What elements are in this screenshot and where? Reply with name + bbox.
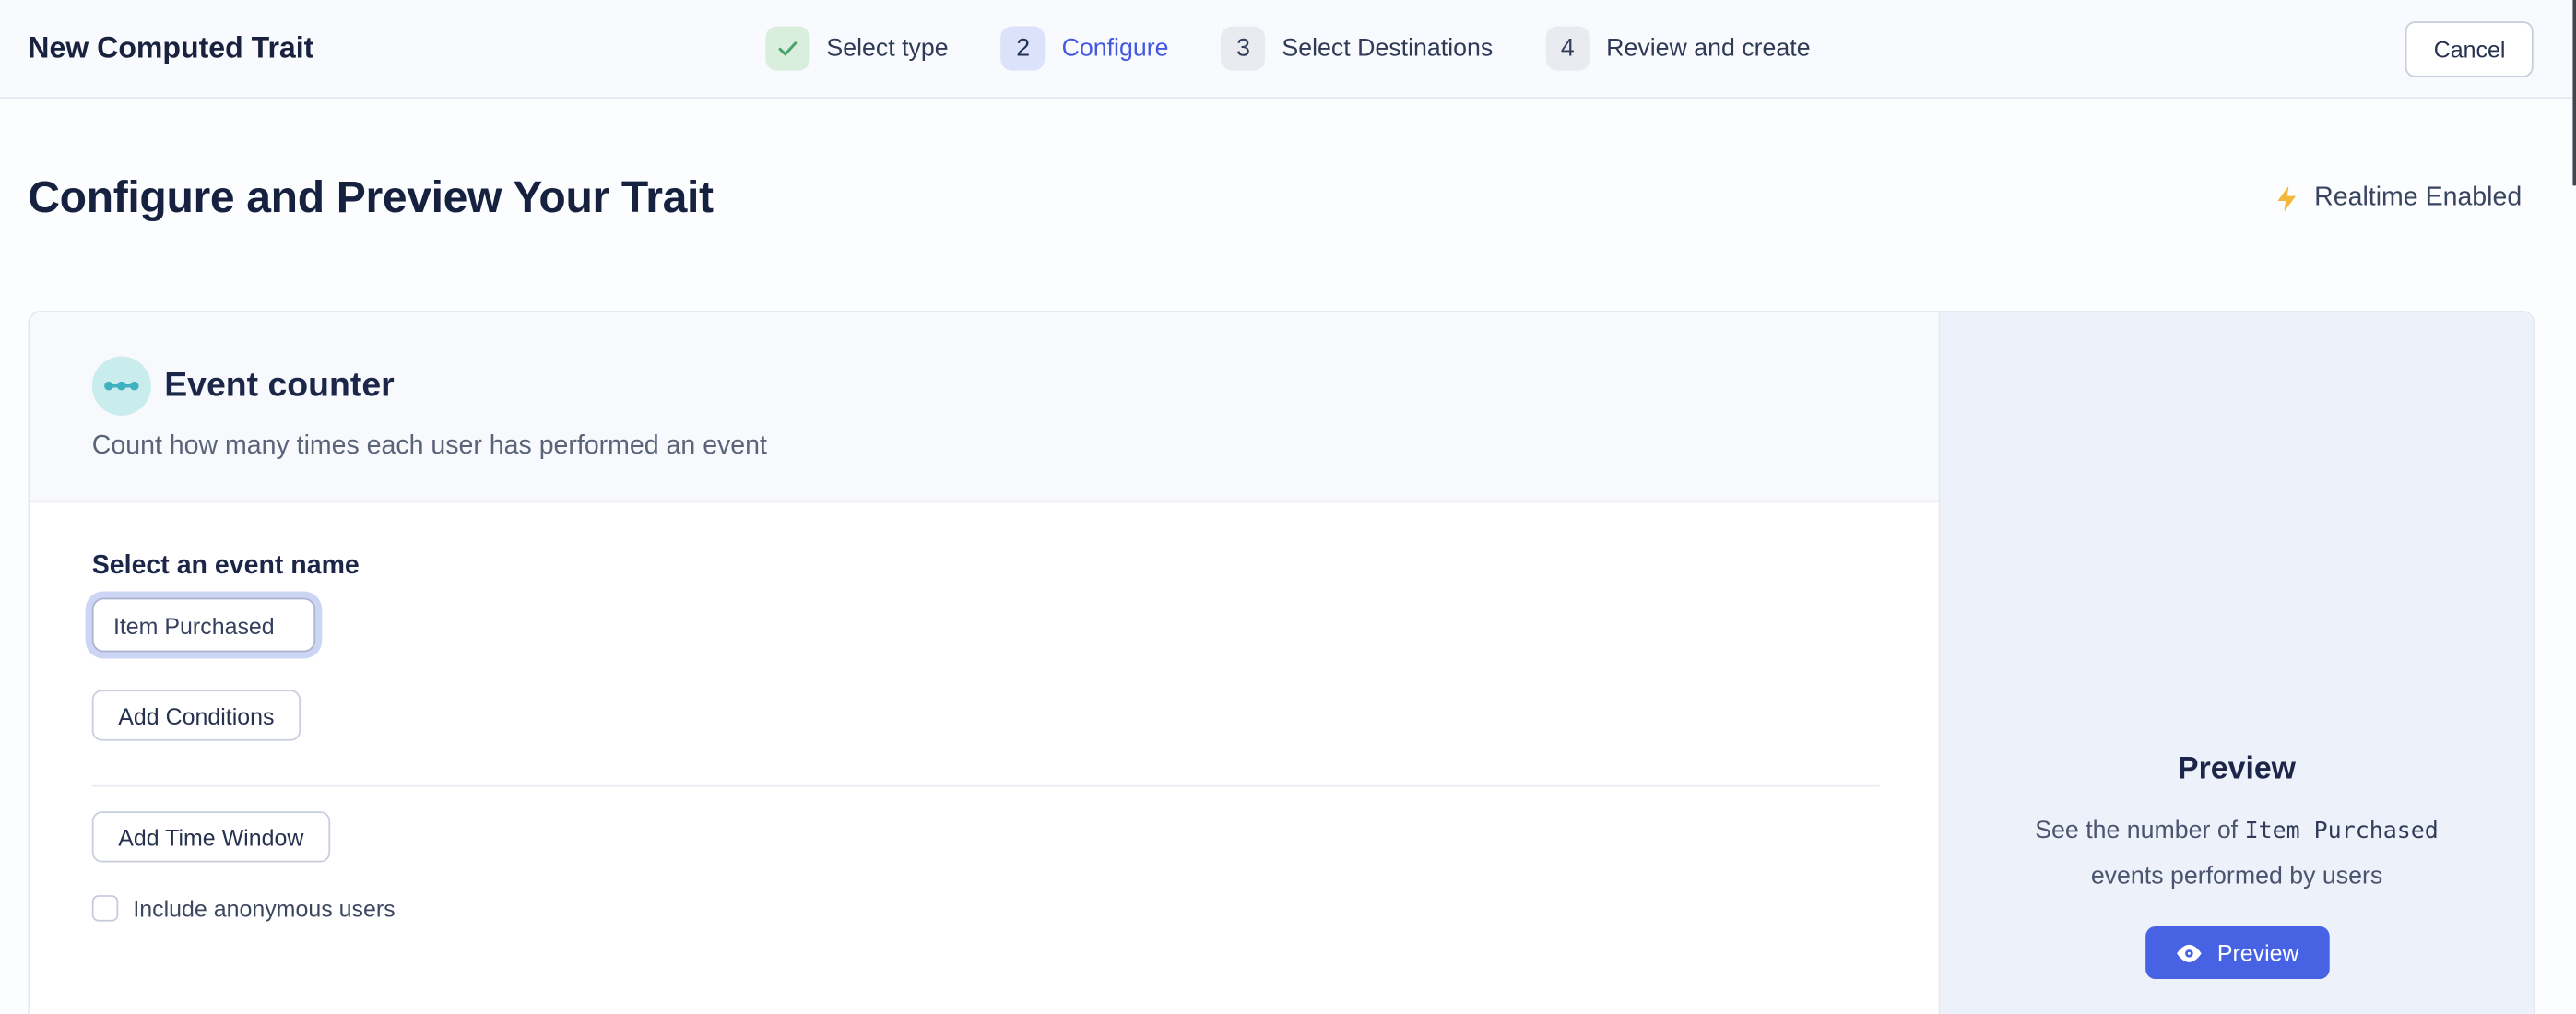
check-icon (775, 36, 800, 61)
step-number-badge: 4 (1545, 27, 1589, 71)
page-header: Configure and Preview Your Trait Realtim… (28, 171, 2522, 225)
step-label: Select Destinations (1282, 34, 1493, 62)
configure-container: Event counter Count how many times each … (28, 311, 2535, 1014)
preview-description-suffix: events performed by users (1966, 855, 2508, 899)
realtime-status: Realtime Enabled (2272, 182, 2522, 215)
trait-type-title: Event counter (164, 366, 395, 406)
preview-button[interactable]: Preview (2145, 926, 2329, 979)
event-counter-icon (92, 357, 151, 416)
anonymous-users-row: Include anonymous users (92, 895, 1880, 922)
add-conditions-button[interactable]: Add Conditions (92, 690, 301, 740)
cancel-button[interactable]: Cancel (2405, 20, 2533, 77)
top-bar: New Computed Trait Select type 2 Configu… (0, 0, 2576, 99)
add-time-window-button[interactable]: Add Time Window (92, 811, 330, 862)
step-review-create[interactable]: 4 Review and create (1545, 27, 1810, 71)
preview-event-name: Item Purchased (2245, 818, 2439, 844)
anonymous-users-checkbox[interactable] (92, 895, 119, 922)
page-title: Configure and Preview Your Trait (28, 172, 713, 223)
preview-description-prefix: See the number of (2035, 817, 2244, 844)
anonymous-users-label: Include anonymous users (133, 895, 395, 922)
trait-type-header: Event counter Count how many times each … (30, 312, 1939, 503)
preview-panel: Preview See the number of Item Purchased… (1940, 312, 2533, 1014)
step-number-badge: 3 (1222, 27, 1266, 71)
trait-card: Event counter Count how many times each … (30, 312, 1940, 1014)
trait-type-description: Count how many times each user has perfo… (92, 432, 1876, 462)
preview-title: Preview (1966, 752, 2508, 788)
step-label: Review and create (1606, 34, 1810, 62)
step-select-destinations[interactable]: 3 Select Destinations (1222, 27, 1494, 71)
window-title: New Computed Trait (28, 31, 313, 65)
trait-card-body: Select an event name Item Purchased Add … (30, 502, 1939, 1014)
section-divider (92, 785, 1880, 787)
eye-icon (2174, 942, 2202, 963)
event-name-input[interactable]: Item Purchased (92, 598, 315, 653)
step-configure[interactable]: 2 Configure (1001, 27, 1169, 71)
preview-description: See the number of Item Purchased events … (1966, 808, 2508, 899)
preview-content: Preview See the number of Item Purchased… (1966, 752, 2508, 979)
scrollbar-edge (2572, 0, 2576, 185)
step-number-badge: 2 (1001, 27, 1046, 71)
event-name-label: Select an event name (92, 552, 1880, 582)
step-label: Configure (1062, 34, 1169, 62)
step-done-badge (765, 27, 809, 71)
lightning-bolt-icon (2272, 182, 2301, 215)
computed-trait-wizard: New Computed Trait Select type 2 Configu… (0, 0, 2576, 1014)
step-label: Select type (826, 34, 948, 62)
step-select-type[interactable]: Select type (765, 27, 948, 71)
wizard-stepper: Select type 2 Configure 3 Select Destina… (0, 27, 2576, 71)
preview-button-label: Preview (2217, 939, 2299, 966)
realtime-label: Realtime Enabled (2314, 183, 2522, 213)
